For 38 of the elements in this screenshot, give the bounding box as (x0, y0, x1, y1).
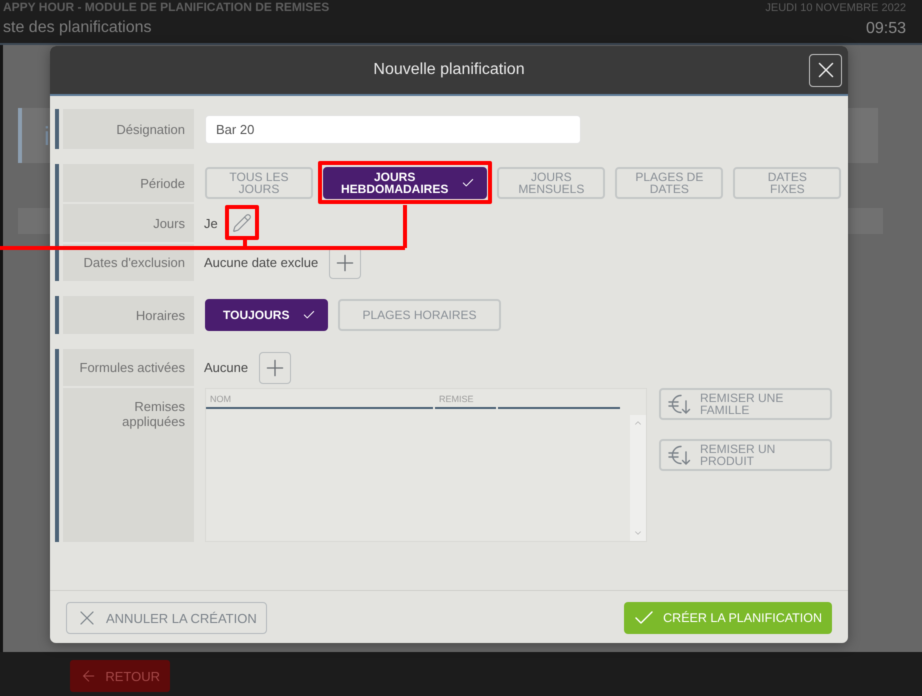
option-button[interactable]: PLAGES HORAIRES (338, 299, 501, 331)
days-value: Je (204, 216, 218, 230)
field-label: Remises appliquées (121, 399, 185, 429)
value-text: Aucune (204, 360, 248, 375)
field-label: Formules activées (80, 360, 185, 375)
back-button[interactable]: RETOUR (70, 660, 170, 692)
euro-down-arrow-icon (668, 444, 692, 466)
dialog-title: Nouvelle planification (373, 61, 525, 79)
cancel-button[interactable]: ANNULER LA CRÉATION (66, 602, 267, 634)
time-text: 09:53 (866, 20, 906, 38)
designation-field[interactable]: Bar 20 (205, 114, 581, 144)
option-button[interactable]: PLAGES DE DATES (615, 167, 724, 199)
group-bar (55, 109, 59, 149)
page-title: ste des planifications (3, 19, 152, 37)
option-button[interactable]: JOURS MENSUELS (497, 167, 606, 199)
field-label: Jours (153, 216, 185, 230)
column-header: REMISE (435, 389, 496, 409)
value-text: Aucune date exclue (204, 255, 318, 270)
field-label: Horaires (136, 308, 185, 322)
option-button[interactable]: TOUS LES JOURS (205, 167, 313, 199)
group-bar (55, 296, 59, 334)
field-label: Période (140, 176, 185, 190)
scrollbar[interactable] (630, 415, 646, 541)
discount-button[interactable]: REMISER UN PRODUIT (659, 439, 832, 471)
field-label: Désignation (116, 122, 185, 136)
discount-button[interactable]: REMISER UNE FAMILLE (659, 388, 832, 420)
create-button[interactable]: CRÉER LA PLANIFICATION (624, 602, 832, 634)
option-button[interactable]: TOUJOURS (205, 299, 328, 331)
add-button[interactable] (259, 352, 292, 384)
option-button[interactable]: DATES FIXES (733, 167, 842, 199)
euro-down-arrow-icon (668, 393, 692, 415)
date-text: JEUDI 10 NOVEMBRE 2022 (765, 2, 906, 15)
pencil-icon (232, 213, 252, 233)
module-title: APPY HOUR - MODULE DE PLANIFICATION DE REMISES (3, 0, 330, 14)
option-button[interactable]: JOURS HEBDOMADAIRES (323, 167, 488, 199)
column-header: NOM (206, 389, 433, 409)
field-label: Dates d'exclusion (84, 255, 185, 270)
close-button[interactable] (809, 54, 842, 86)
